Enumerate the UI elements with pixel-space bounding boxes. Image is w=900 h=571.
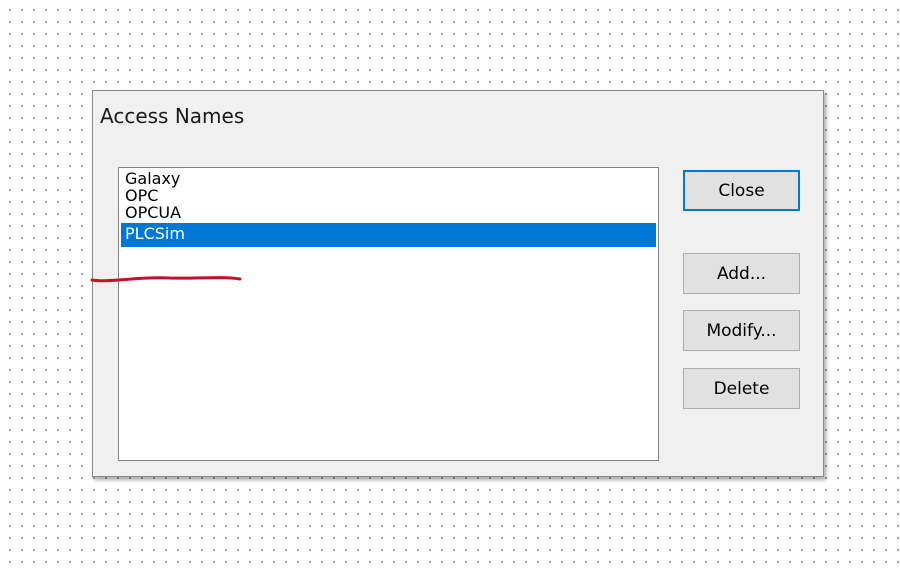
close-button[interactable]: Close	[683, 170, 800, 211]
add-button[interactable]: Add...	[683, 253, 800, 294]
access-names-listbox[interactable]: Galaxy OPC OPCUA PLCSim	[118, 167, 659, 461]
dialog-title: Access Names	[100, 104, 245, 128]
list-item-plcsim[interactable]: PLCSim	[121, 223, 656, 247]
modify-button[interactable]: Modify...	[683, 310, 800, 351]
list-item-opc[interactable]: OPC	[121, 187, 656, 204]
list-item-opcua[interactable]: OPCUA	[121, 204, 656, 221]
access-names-dialog: Access Names Galaxy OPC OPCUA PLCSim Clo…	[92, 90, 824, 477]
delete-button[interactable]: Delete	[683, 368, 800, 409]
list-item-galaxy[interactable]: Galaxy	[121, 170, 656, 187]
